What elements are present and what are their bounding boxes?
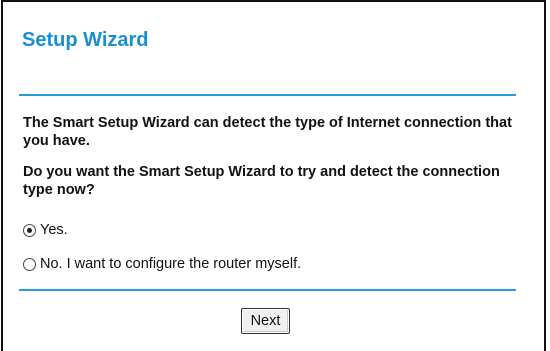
option-yes-label: Yes. <box>40 222 68 238</box>
header-divider <box>19 94 516 96</box>
option-no-label: No. I want to configure the router mysel… <box>40 256 302 272</box>
wizard-question: Do you want the Smart Setup Wizard to tr… <box>23 164 500 198</box>
setup-wizard-panel: Setup Wizard The Smart Setup Wizard can … <box>1 0 546 351</box>
no-radio-button[interactable] <box>23 257 36 271</box>
yes-radio-button[interactable] <box>23 223 36 237</box>
page-title: Setup Wizard <box>22 29 149 51</box>
next-button[interactable]: Next <box>241 308 290 334</box>
wizard-description: The Smart Setup Wizard can detect the ty… <box>23 115 512 149</box>
footer-divider <box>19 289 516 291</box>
option-yes[interactable]: Yes. <box>23 222 68 238</box>
option-no[interactable]: No. I want to configure the router mysel… <box>23 256 301 272</box>
